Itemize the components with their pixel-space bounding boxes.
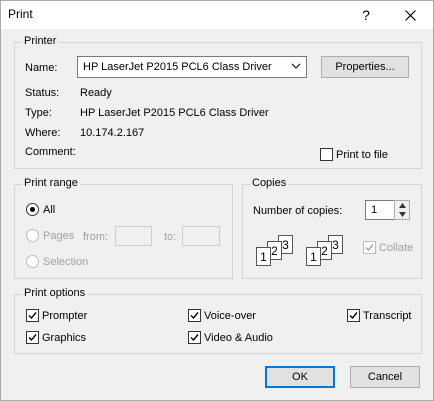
collate-stack-icon: 3 2 1 [256,235,306,269]
transcript-checkbox[interactable] [347,309,360,322]
voice-over-checkbox[interactable] [188,309,201,322]
comment-label: Comment: [25,146,76,158]
copies-legend: Copies [250,177,289,189]
print-range-legend: Print range [22,177,80,189]
properties-button[interactable]: Properties... [321,56,409,78]
transcript-label: Transcript [363,310,412,322]
all-radio[interactable] [26,203,39,216]
prompter-label: Prompter [42,310,88,322]
print-options-group: Print options Prompter Voice-over Transc… [14,287,422,354]
close-icon [404,9,416,21]
checkmark-icon [365,244,374,252]
close-button[interactable] [393,1,427,29]
printer-name-value: HP LaserJet P2015 PCL6 Class Driver [83,61,272,73]
spin-up-icon[interactable] [395,201,409,210]
status-value: Ready [80,87,112,99]
collate-stack-icon: 3 2 1 [306,235,356,269]
video-audio-checkbox[interactable] [188,331,201,344]
spin-down-icon[interactable] [395,210,409,219]
graphics-checkbox[interactable] [26,331,39,344]
printer-legend: Printer [22,35,59,47]
where-label: Where: [25,127,61,139]
window-title: Print [8,7,33,21]
print-options-legend: Print options [22,287,88,299]
video-audio-label: Video & Audio [204,332,273,344]
prompter-checkbox[interactable] [26,309,39,322]
selection-label: Selection [43,256,89,268]
type-value: HP LaserJet P2015 PCL6 Class Driver [80,107,269,119]
status-label: Status: [25,87,60,99]
printer-name-select[interactable]: HP LaserJet P2015 PCL6 Class Driver [77,56,307,78]
all-label: All [43,204,56,216]
ok-label: OK [292,371,308,383]
cancel-label: Cancel [367,371,403,383]
ok-button[interactable]: OK [265,366,335,388]
title-bar: Print ? [1,1,433,29]
to-label: to: [164,231,177,243]
selection-radio[interactable] [26,255,39,268]
pages-label: Pages [43,230,75,242]
to-field[interactable] [182,226,220,246]
properties-label: Properties... [335,61,395,73]
where-value: 10.174.2.167 [80,127,145,139]
graphics-label: Graphics [42,332,87,344]
print-to-file-label: Print to file [336,149,388,161]
checkmark-icon [349,312,358,320]
from-label: from: [83,231,109,243]
type-label: Type: [25,107,52,119]
number-of-copies-label: Number of copies: [253,205,343,217]
from-field[interactable] [115,226,152,246]
checkmark-icon [190,312,199,320]
pages-radio[interactable] [26,229,39,242]
copies-value: 1 [371,204,378,216]
print-range-group: Print range All Pages from: to: Selectio… [14,177,233,279]
copies-group: Copies Number of copies: 1 3 2 1 3 2 1 C… [242,177,422,279]
cancel-button[interactable]: Cancel [350,366,420,388]
help-icon: ? [362,7,370,23]
checkmark-icon [190,334,199,342]
page-1: 1 [306,247,321,266]
print-dialog: Print ? Printer Name: HP LaserJet P2015 … [0,0,434,401]
printer-group: Printer Name: HP LaserJet P2015 PCL6 Cla… [14,35,422,169]
chevron-down-icon [291,63,301,69]
voice-over-label: Voice-over [204,310,256,322]
page-1: 1 [256,247,271,266]
collate-label: Collate [379,242,414,254]
checkmark-icon [28,334,37,342]
checkmark-icon [28,312,37,320]
name-label: Name: [25,62,58,74]
copies-spinner[interactable] [394,200,410,220]
collate-checkbox[interactable] [363,241,376,254]
print-to-file-checkbox[interactable] [320,148,333,161]
help-button[interactable]: ? [349,1,383,29]
